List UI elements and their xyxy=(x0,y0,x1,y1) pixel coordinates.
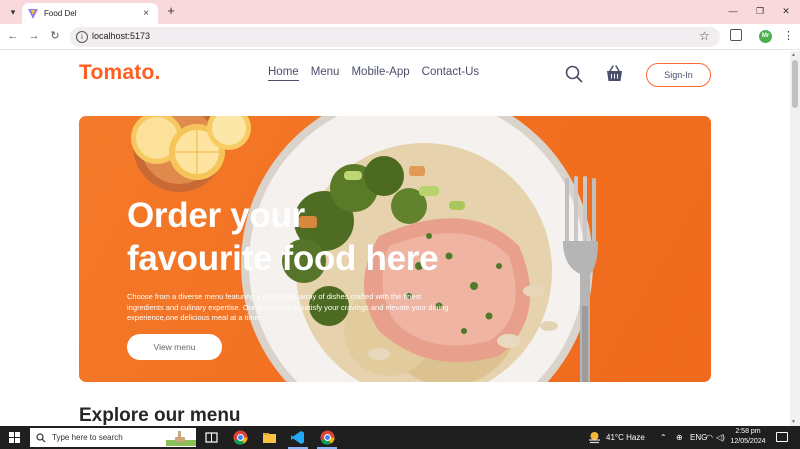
sign-in-button[interactable]: Sign-In xyxy=(646,63,711,87)
windows-start-icon[interactable] xyxy=(9,432,20,443)
wifi-icon[interactable]: ◠ xyxy=(706,433,713,442)
notification-icon[interactable] xyxy=(776,432,788,442)
forward-arrow-icon[interactable]: → xyxy=(27,29,41,43)
new-tab-plus-icon[interactable]: + xyxy=(164,4,178,18)
site-info-icon[interactable]: i xyxy=(76,31,88,43)
basket-icon[interactable] xyxy=(605,64,624,83)
weather-haze-icon xyxy=(589,432,600,444)
address-bar[interactable]: i localhost:5173 xyxy=(70,27,720,47)
explore-menu-heading: Explore our menu xyxy=(79,405,241,426)
scroll-down-arrow-icon[interactable]: ▼ xyxy=(791,419,796,425)
view-menu-button[interactable]: View menu xyxy=(127,334,222,360)
taskbar-search-placeholder: Type here to search xyxy=(52,433,123,442)
hero-description: Choose from a diverse menu featuring a d… xyxy=(127,292,449,322)
taskbar-search-box[interactable]: Type here to search xyxy=(30,428,196,447)
profile-avatar[interactable]: Mr xyxy=(759,30,772,43)
tray-overflow-chevron-icon[interactable]: ⌃ xyxy=(660,433,667,442)
nav-link-mobile-app[interactable]: Mobile-App xyxy=(351,66,409,81)
clock-time: 2:58 pm xyxy=(735,428,761,435)
hero-title-line-2: favourite food here xyxy=(127,239,439,278)
file-explorer-icon[interactable] xyxy=(262,430,277,445)
search-icon[interactable] xyxy=(565,65,583,83)
puzzle-icon[interactable] xyxy=(730,29,742,41)
scroll-up-arrow-icon[interactable]: ▲ xyxy=(791,52,796,58)
browser-toolbar: ← → ↻ i localhost:5173 ☆ xyxy=(0,24,800,50)
web-page: Tomato. Home Menu Mobile-App Contact-Us … xyxy=(0,51,790,426)
main-navigation: Home Menu Mobile-App Contact-Us xyxy=(268,66,479,81)
chrome-icon[interactable] xyxy=(233,430,248,445)
window-close-icon[interactable]: ✕ xyxy=(779,4,793,18)
system-clock[interactable]: 2:58 pm 12/05/2024 xyxy=(726,427,770,447)
back-arrow-icon[interactable]: ← xyxy=(6,29,20,43)
tab-close-icon[interactable]: × xyxy=(140,8,152,19)
restore-icon[interactable]: ❐ xyxy=(753,4,767,18)
clock-date: 12/05/2024 xyxy=(730,438,766,445)
reload-icon[interactable]: ↻ xyxy=(48,29,62,43)
nav-link-menu[interactable]: Menu xyxy=(311,66,340,81)
network-icon[interactable]: ⊕ xyxy=(676,433,683,442)
nav-link-contact-us[interactable]: Contact-Us xyxy=(422,66,480,81)
nav-link-home[interactable]: Home xyxy=(268,66,299,81)
tab-title: Food Del xyxy=(44,9,77,18)
vscode-icon[interactable] xyxy=(290,430,305,445)
search-highlight-llama-icon xyxy=(166,431,196,446)
task-view-icon[interactable] xyxy=(204,430,219,445)
hero-title-line-1: Order your xyxy=(127,196,305,235)
hero-title: Order your favourite food here xyxy=(127,194,487,280)
site-logo[interactable]: Tomato. xyxy=(79,61,161,85)
browser-tab-food-del[interactable]: Food Del × xyxy=(22,3,158,24)
hero-banner: Order your favourite food here Choose fr… xyxy=(79,116,711,382)
volume-icon[interactable]: ◁) xyxy=(716,433,725,442)
menu-kebab-icon[interactable]: ⋮ xyxy=(783,29,794,43)
taskbar-search-icon xyxy=(36,432,46,442)
ime-icon[interactable]: ENG xyxy=(690,433,707,442)
star-icon[interactable]: ☆ xyxy=(699,29,710,43)
windows-taskbar: Type here to search 41°C Haze ⌃ ⊕ ENG ◠ … xyxy=(0,426,800,449)
scrollbar-thumb[interactable] xyxy=(792,60,798,108)
vite-favicon-icon xyxy=(28,8,38,19)
browser-tabstrip: ▾ Food Del × + — ❐ ✕ xyxy=(0,0,800,24)
address-url[interactable]: localhost:5173 xyxy=(92,31,150,41)
weather-text[interactable]: 41°C Haze xyxy=(606,433,645,442)
tab-search-chevron-icon[interactable]: ▾ xyxy=(6,5,20,19)
chrome-active-icon[interactable] xyxy=(320,430,335,445)
page-scrollbar[interactable]: ▲ ▼ xyxy=(790,51,800,426)
minimize-icon[interactable]: — xyxy=(726,4,740,18)
